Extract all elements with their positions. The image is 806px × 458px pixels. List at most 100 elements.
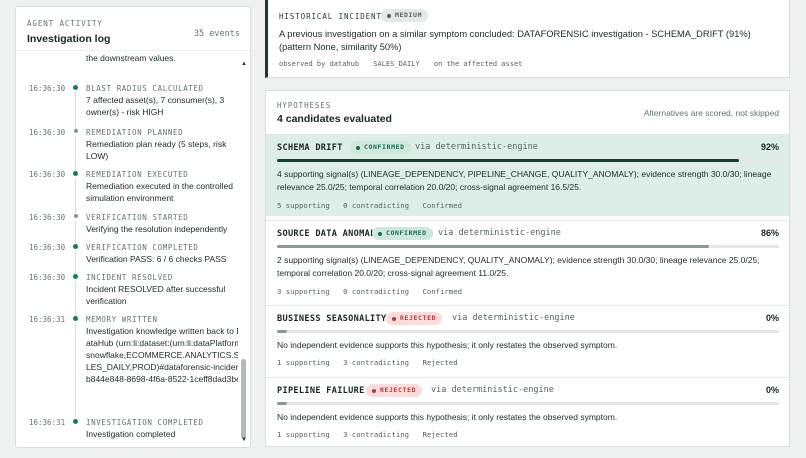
entry-desc: Investigation completed [86, 429, 176, 439]
hypothesis-via: via deterministic-engine [415, 142, 538, 152]
entry-dot-icon [73, 316, 78, 321]
hypothesis-name: BUSINESS SEASONALITY [277, 314, 387, 324]
status-badge: CONFIRMED [350, 141, 411, 154]
contradicting-count: 3 contradicting [343, 430, 410, 439]
verdict-label: Rejected [422, 358, 458, 367]
entry-time: 16:36:31 [29, 315, 66, 324]
hypothesis-via: via deterministic-engine [438, 228, 561, 238]
hypothesis-card[interactable]: PIPELINE FAILURE REJECTED via determinis… [266, 377, 789, 446]
hypothesis-name: SCHEMA DRIFT [277, 143, 343, 153]
historical-text: A previous investigation on a similar sy… [279, 29, 751, 52]
entry-time: 16:36:31 [29, 418, 66, 427]
score-bar-fill [277, 402, 288, 405]
status-badge: REJECTED [386, 312, 443, 325]
meta-source: observed by datahub [279, 60, 360, 68]
meta-asset: SALES_DAILY [373, 60, 420, 68]
hypothesis-stats: 3 supporting 0 contradicting Confirmed [277, 287, 471, 296]
historical-incident-card: HISTORICAL INCIDENT MEDIUM A previous in… [265, 0, 790, 78]
verdict-label: Confirmed [422, 287, 462, 296]
log-entry: 16:36:30 VERIFICATION STARTED Verifying … [16, 211, 238, 243]
entry-time: 16:36:30 [29, 170, 66, 179]
score-bar [277, 402, 779, 405]
entry-name: INVESTIGATION COMPLETED [86, 418, 204, 427]
hypothesis-card[interactable]: BUSINESS SEASONALITY REJECTED via determ… [266, 305, 789, 377]
hypothesis-desc: 2 supporting signal(s) (LINEAGE_DEPENDEN… [277, 255, 760, 278]
hypothesis-via: via deterministic-engine [431, 385, 554, 395]
contradicting-count: 0 contradicting [343, 287, 410, 296]
hypothesis-stats: 1 supporting 3 contradicting Rejected [277, 430, 467, 439]
hypothesis-via: via deterministic-engine [452, 313, 575, 323]
supporting-count: 5 supporting [277, 201, 330, 210]
hypothesis-desc: No independent evidence supports this hy… [277, 340, 618, 350]
entry-dot-icon [73, 85, 78, 90]
entry-time: 16:36:30 [29, 84, 66, 93]
entry-time: 16:36:30 [29, 243, 66, 252]
entry-desc: Verification PASS: 6 / 6 checks PASS [86, 254, 227, 264]
supporting-count: 1 supporting [277, 358, 330, 367]
score-bar [277, 159, 779, 162]
score-bar [277, 330, 779, 333]
log-entry: 16:36:30 BLAST RADIUS CALCULATED 7 affec… [16, 82, 238, 129]
hypothesis-score: 86% [760, 228, 779, 238]
hypotheses-title: 4 candidates evaluated [277, 113, 392, 125]
meta-scope: on the affected asset [433, 60, 523, 68]
log-scrollbar[interactable]: ▲ ▼ [240, 61, 248, 443]
hypothesis-stats: 5 supporting 0 contradicting Confirmed [277, 201, 471, 210]
entry-desc: 7 affected asset(s), 7 consumer(s), 3 ow… [86, 95, 225, 117]
entry-name: REMEDIATION EXECUTED [86, 170, 189, 179]
entry-dot-icon [73, 419, 78, 424]
hypothesis-name: PIPELINE FAILURE [277, 386, 365, 396]
hypothesis-name: SOURCE DATA ANOMALY [277, 229, 382, 239]
hypothesis-score: 0% [765, 313, 779, 323]
activity-eyebrow: AGENT ACTIVITY [27, 19, 103, 28]
scroll-down-icon[interactable]: ▼ [241, 437, 247, 443]
score-bar-fill [277, 159, 739, 162]
status-badge: CONFIRMED [372, 227, 433, 240]
agent-activity-panel: AGENT ACTIVITY Investigation log 35 even… [15, 6, 251, 448]
event-count: 35 events [193, 29, 240, 39]
entry-name: INCIDENT RESOLVED [86, 273, 173, 282]
log-entry: 16:36:31 MEMORY WRITTEN Investigation kn… [16, 313, 238, 417]
log-entry: 16:36:30 INCIDENT RESOLVED Incident RESO… [16, 271, 238, 316]
contradicting-count: 3 contradicting [343, 358, 410, 367]
entry-desc: Remediation executed in the controlled s… [86, 181, 233, 203]
activity-log-list[interactable]: the downstream values. 16:36:30 BLAST RA… [16, 51, 238, 447]
entry-name: REMEDIATION PLANNED [86, 128, 184, 137]
entry-time: 16:36:30 [29, 128, 66, 137]
entry-dot-icon [73, 214, 78, 218]
activity-header: AGENT ACTIVITY Investigation log 35 even… [16, 7, 250, 51]
entry-desc: Incident RESOLVED after successful verif… [86, 284, 226, 306]
contradicting-count: 0 contradicting [343, 201, 410, 210]
supporting-count: 1 supporting [277, 430, 330, 439]
verdict-label: Rejected [422, 430, 458, 439]
scrollbar-thumb[interactable] [241, 359, 246, 439]
entry-name: VERIFICATION STARTED [86, 213, 189, 222]
severity-badge: MEDIUM [381, 9, 429, 22]
hypothesis-score: 0% [765, 385, 779, 395]
entry-name: MEMORY WRITTEN [86, 315, 158, 324]
hypotheses-note: Alternatives are scored, not skipped [643, 108, 779, 118]
hypothesis-card[interactable]: SOURCE DATA ANOMALY CONFIRMED via determ… [266, 220, 789, 302]
score-bar-fill [277, 245, 709, 248]
entry-desc: Verifying the resolution independently [86, 224, 228, 234]
hypothesis-stats: 1 supporting 3 contradicting Rejected [277, 358, 467, 367]
historical-eyebrow: HISTORICAL INCIDENT [279, 12, 382, 21]
hypothesis-desc: 4 supporting signal(s) (LINEAGE_DEPENDEN… [277, 169, 772, 192]
hypotheses-eyebrow: HYPOTHESES [277, 101, 332, 110]
entry-desc: Investigation knowledge written back to … [86, 326, 238, 384]
log-entry: 16:36:30 VERIFICATION COMPLETED Verifica… [16, 241, 238, 274]
entry-name: VERIFICATION COMPLETED [86, 243, 199, 252]
score-bar-fill [277, 330, 288, 333]
log-entry: 16:36:30 REMEDIATION EXECUTED Remediatio… [16, 168, 238, 213]
scroll-up-icon[interactable]: ▲ [241, 61, 247, 67]
log-entry: 16:36:31 INVESTIGATION COMPLETED Investi… [16, 416, 238, 444]
historical-meta: observed by datahub SALES_DAILY on the a… [279, 60, 532, 68]
entry-dot-icon [73, 244, 78, 249]
hypotheses-panel: HYPOTHESES 4 candidates evaluated Altern… [265, 90, 790, 447]
hypothesis-card[interactable]: SCHEMA DRIFT CONFIRMED via deterministic… [266, 134, 789, 216]
score-bar [277, 245, 779, 248]
entry-dot-icon [73, 274, 78, 279]
entry-time: 16:36:30 [29, 213, 66, 222]
hypothesis-desc: No independent evidence supports this hy… [277, 412, 618, 422]
supporting-count: 3 supporting [277, 287, 330, 296]
